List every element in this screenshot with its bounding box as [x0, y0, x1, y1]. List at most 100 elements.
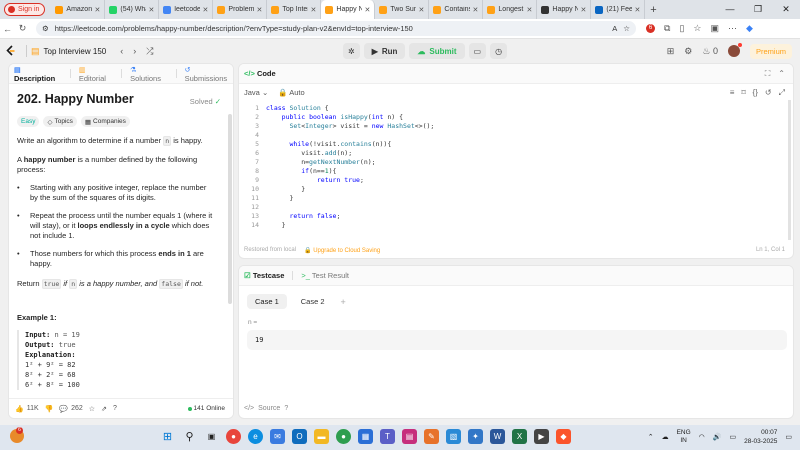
leetcode-logo[interactable]: [0, 45, 22, 57]
maximize-icon[interactable]: ⛶: [765, 69, 771, 79]
maximize-button[interactable]: ❐: [744, 0, 772, 19]
debug-button[interactable]: ✲: [343, 43, 360, 59]
clock[interactable]: 00:07 28-03-2025: [744, 428, 777, 446]
close-tab-icon[interactable]: ✕: [257, 6, 263, 14]
back-button[interactable]: ←: [0, 24, 15, 34]
browser-tab[interactable]: Problems ✕: [213, 0, 268, 19]
brave-icon[interactable]: ◆: [556, 429, 571, 444]
expand-icon[interactable]: ⤢: [779, 88, 785, 98]
browser-tab[interactable]: Amazon ✕: [51, 0, 106, 19]
browser-tab[interactable]: (54) WhatsApp✕: [105, 0, 160, 19]
source-link[interactable]: Source: [258, 405, 280, 412]
braces-icon[interactable]: {}: [753, 88, 758, 98]
browser-tab[interactable]: leetcode ✕: [159, 0, 214, 19]
language-select[interactable]: Java ⌄: [244, 88, 268, 97]
case-tab[interactable]: Case 1: [247, 294, 287, 309]
close-tab-icon[interactable]: ✕: [527, 6, 533, 14]
new-tab-button[interactable]: +: [645, 4, 661, 16]
share-button[interactable]: ⇗: [101, 405, 107, 413]
comments-button[interactable]: 💬 262: [59, 405, 82, 413]
chrome-icon[interactable]: ●: [226, 429, 241, 444]
avatar[interactable]: [727, 43, 742, 57]
site-info-icon[interactable]: ⚙: [42, 24, 49, 33]
tab-description[interactable]: ▤ Description: [14, 65, 62, 83]
tab-test-result[interactable]: >_ Test Result: [301, 271, 349, 280]
wifi-icon[interactable]: ◠: [699, 433, 705, 441]
submit-button[interactable]: ☁ Submit: [409, 43, 465, 59]
tab-testcase[interactable]: ☑ Testcase: [244, 271, 284, 280]
tab-solutions[interactable]: ⚗ Solutions: [130, 65, 168, 83]
teams-icon[interactable]: T: [380, 429, 395, 444]
tab-editorial[interactable]: ▥ Editorial: [79, 65, 113, 83]
onedrive-icon[interactable]: ☁: [662, 433, 669, 441]
bookmark-icon[interactable]: ⌑: [741, 88, 745, 98]
dislike-button[interactable]: 👎: [45, 405, 54, 413]
notification-icon[interactable]: ▭: [785, 433, 792, 441]
battery-icon[interactable]: ▭: [730, 433, 737, 441]
read-aloud-icon[interactable]: A: [612, 24, 617, 33]
close-tab-icon[interactable]: ✕: [311, 6, 317, 14]
folder-icon[interactable]: ▬: [314, 429, 329, 444]
browser-tab[interactable]: Happy Number ✕: [537, 0, 592, 19]
timer-button[interactable]: ◷: [490, 43, 508, 59]
help-button[interactable]: ?: [113, 405, 117, 412]
url-field[interactable]: ⚙ https://leetcode.com/problems/happy-nu…: [36, 21, 636, 36]
mail-icon[interactable]: ✉: [270, 429, 285, 444]
browser-tab[interactable]: Two Sum ✕: [375, 0, 430, 19]
word-icon[interactable]: W: [490, 429, 505, 444]
close-window-button[interactable]: ✕: [772, 0, 800, 19]
case-tab[interactable]: Case 2: [293, 294, 333, 309]
close-tab-icon[interactable]: ✕: [419, 6, 425, 14]
companies-chip[interactable]: ▦ Companies: [80, 116, 130, 127]
close-tab-icon[interactable]: ✕: [365, 6, 371, 14]
settings-icon[interactable]: ⚙: [684, 46, 692, 57]
refresh-button[interactable]: ↻: [15, 23, 30, 34]
close-tab-icon[interactable]: ✕: [473, 6, 479, 14]
calendar-icon[interactable]: ▤: [402, 429, 417, 444]
editor-scrollbar[interactable]: [788, 100, 791, 240]
store-icon[interactable]: ▦: [358, 429, 373, 444]
volume-icon[interactable]: 🔊: [713, 433, 722, 441]
chevron-up-icon[interactable]: ⌃: [648, 433, 654, 441]
premium-button[interactable]: Premium: [749, 43, 792, 59]
problem-list-button[interactable]: ▤ Top Interview 150: [31, 46, 106, 57]
tab-submissions[interactable]: ↺ Submissions: [185, 65, 233, 83]
favorite-button[interactable]: ☆: [89, 405, 95, 413]
add-case-button[interactable]: +: [339, 294, 348, 309]
help-circle-icon[interactable]: ?: [284, 405, 288, 412]
topics-chip[interactable]: ◇ Topics: [43, 116, 77, 127]
close-tab-icon[interactable]: ✕: [635, 6, 641, 14]
run-button[interactable]: ▶ Run: [363, 43, 406, 59]
close-tab-icon[interactable]: ✕: [581, 6, 587, 14]
excel-icon[interactable]: X: [512, 429, 527, 444]
copilot-icon[interactable]: ◆: [746, 23, 753, 34]
favorites-icon[interactable]: ☆: [693, 23, 701, 34]
notes-button[interactable]: ▭: [468, 43, 487, 59]
like-button[interactable]: 👍 11K: [15, 405, 39, 413]
pen-icon[interactable]: ✎: [424, 429, 439, 444]
scrollbar-thumb[interactable]: [228, 114, 232, 304]
browser-tab[interactable]: Happy Number ✕: [321, 0, 376, 19]
autocomplete-toggle[interactable]: 🔒 Auto: [278, 88, 304, 97]
prev-problem-icon[interactable]: ‹: [120, 46, 123, 57]
streak-counter[interactable]: ♨ 0: [702, 46, 718, 57]
photos-icon[interactable]: ▧: [446, 429, 461, 444]
extensions-icon[interactable]: ⧉: [664, 23, 670, 34]
outlook-icon[interactable]: O: [292, 429, 307, 444]
testcase-input[interactable]: 19: [247, 330, 787, 350]
media-icon[interactable]: ▶: [534, 429, 549, 444]
browser-tab[interactable]: Contains ✕: [429, 0, 484, 19]
edge-icon[interactable]: e: [248, 429, 263, 444]
close-tab-icon[interactable]: ✕: [203, 6, 209, 14]
start-icon[interactable]: ⊞: [160, 429, 175, 444]
collapse-icon[interactable]: ⌃: [778, 69, 785, 79]
search-icon[interactable]: ⚲: [182, 429, 197, 444]
extension-badge[interactable]: 6: [646, 24, 655, 33]
paint-icon[interactable]: ✦: [468, 429, 483, 444]
tab-code[interactable]: </> Code: [244, 69, 276, 78]
close-tab-icon[interactable]: ✕: [95, 6, 101, 14]
chrome-profile-icon[interactable]: ●: [336, 429, 351, 444]
upgrade-link[interactable]: 🔒 Upgrade to Cloud Saving: [304, 247, 380, 254]
browser-tab[interactable]: Longest ✕: [483, 0, 538, 19]
collections-icon[interactable]: ▣: [710, 23, 719, 34]
